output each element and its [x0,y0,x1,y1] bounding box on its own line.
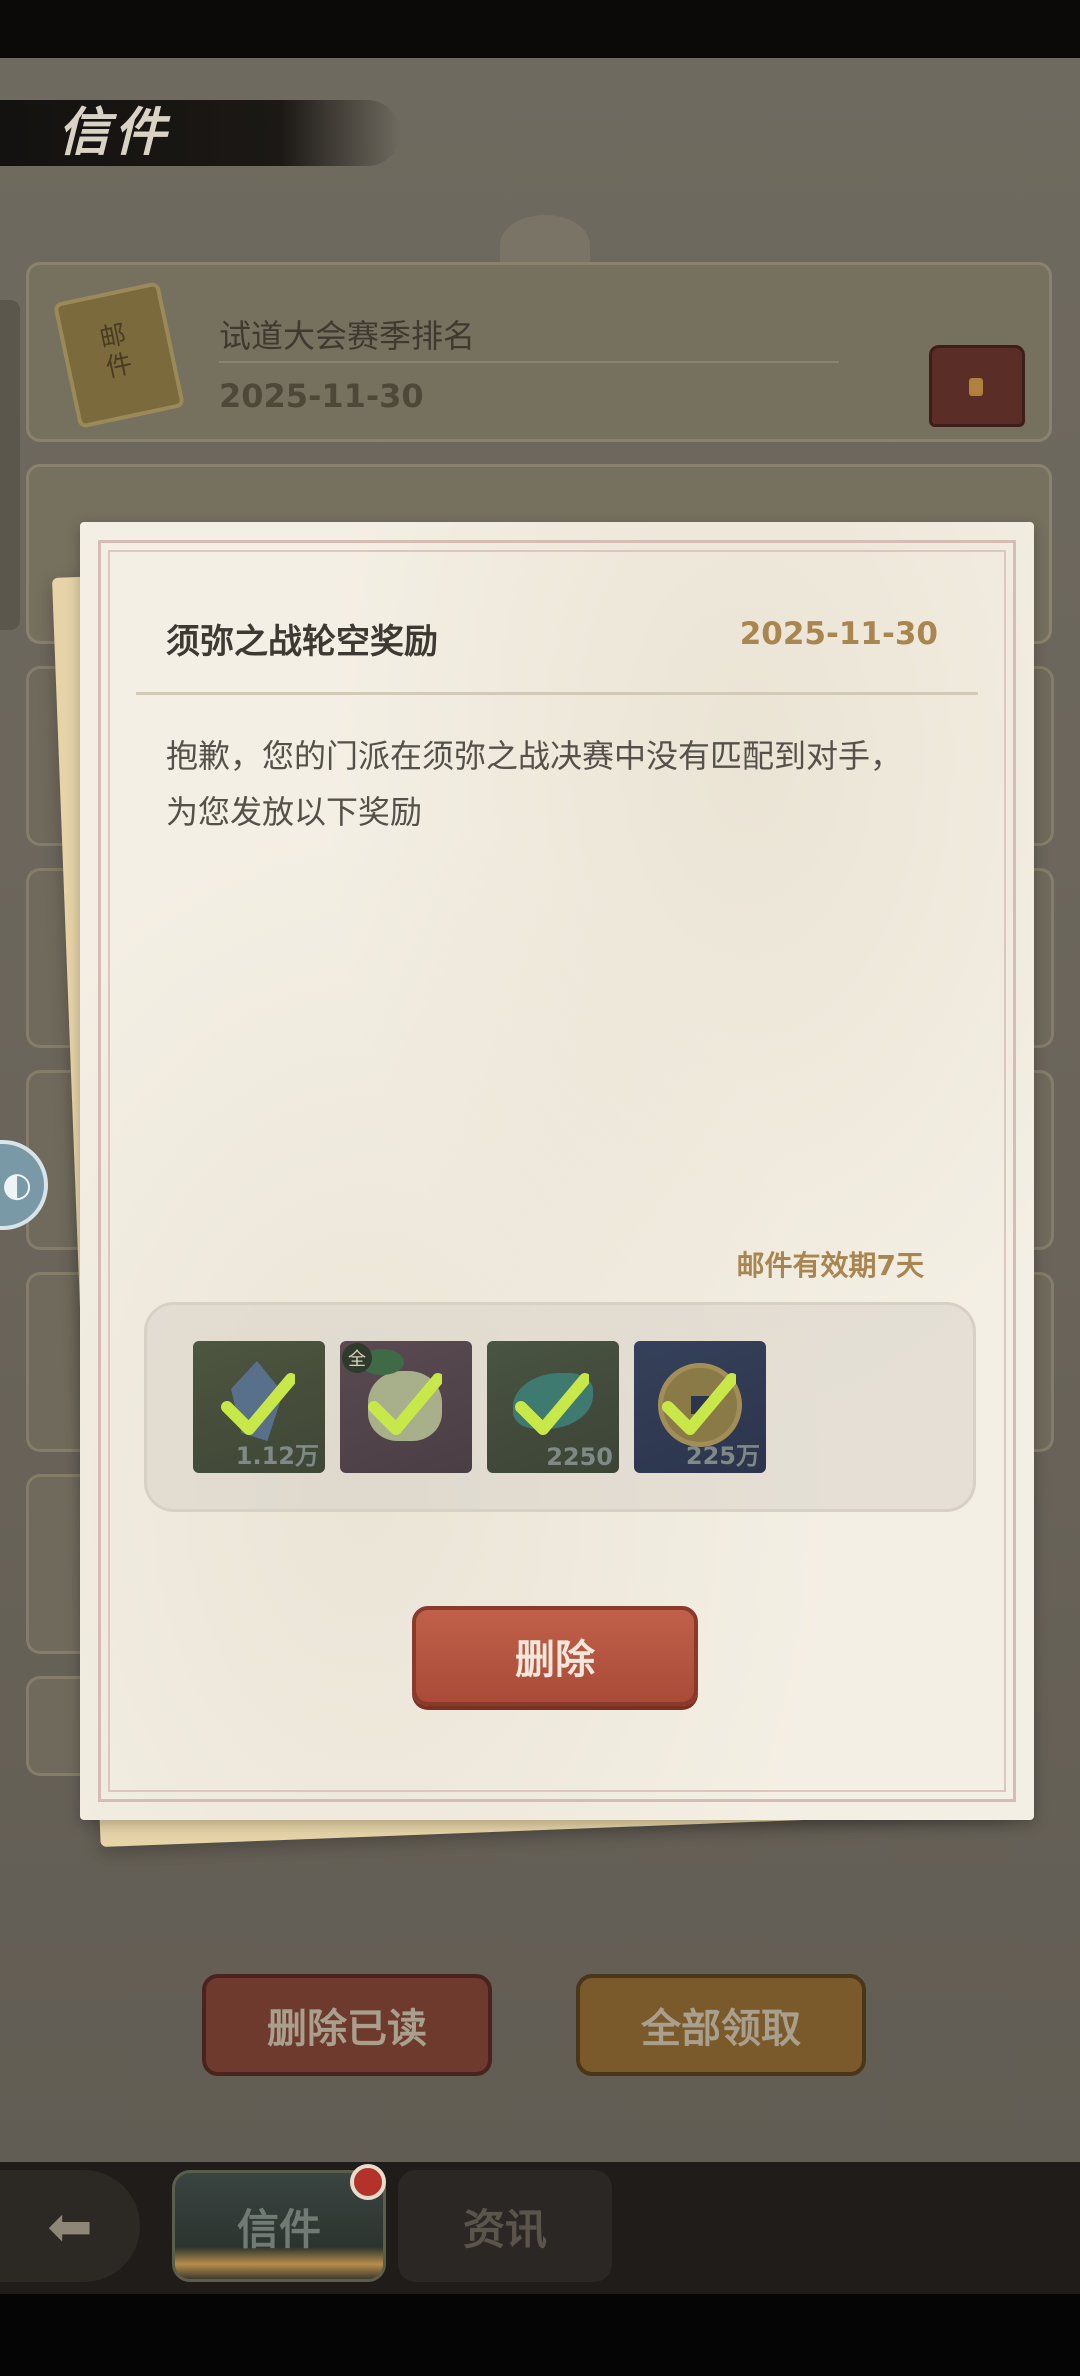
tab-news-label: 资讯 [462,2204,547,2254]
mail-detail-dialog: 须弥之战轮空奖励 2025-11-30 抱歉，您的门派在须弥之战决赛中没有匹配到… [80,522,1034,1820]
treasure-chest-icon [929,345,1025,427]
claimed-check-icon [368,1373,442,1435]
claimed-check-icon [515,1373,589,1435]
reward-list: 1.12万 全 2250 225万 [144,1302,976,1512]
back-button[interactable]: ⬅ [0,2170,140,2282]
claimed-check-icon [662,1373,736,1435]
gamepad-icon: ◐ [2,1165,32,1205]
screen: 信件 邮件 试道大会赛季排名 2025-11-30 ◐ 删除已读 全部领取 ⬅ … [0,0,1080,2376]
delete-button[interactable]: 删除 [412,1606,698,1706]
status-bar [0,0,1080,58]
delete-read-button[interactable]: 删除已读 [202,1974,492,2076]
dialog-message-line: 抱歉，您的门派在须弥之战决赛中没有匹配到对手， [166,737,903,775]
notification-badge [350,2164,386,2200]
page-title: 信件 [58,103,171,163]
mail-item-date: 2025-11-30 [219,377,424,415]
tab-news[interactable]: 资讯 [398,2170,612,2282]
side-tab-handle [0,300,20,630]
dialog-divider [136,692,978,695]
back-arrow-icon: ⬅ [47,2194,93,2258]
reward-quantity: 2250 [546,1443,613,1471]
dialog-title: 须弥之战轮空奖励 [166,622,438,662]
gesture-bar [0,2294,1080,2376]
dialog-message-line: 为您发放以下奖励 [166,793,423,831]
reward-item[interactable]: 1.12万 [193,1341,325,1473]
mail-item-title: 试道大会赛季排名 [219,317,476,355]
dialog-date: 2025-11-30 [739,616,938,652]
reward-item[interactable]: 2250 [487,1341,619,1473]
reward-quantity: 225万 [685,1442,760,1470]
dialog-message: 抱歉，您的门派在须弥之战决赛中没有匹配到对手， 为您发放以下奖励 [166,728,966,840]
claim-all-button[interactable]: 全部领取 [576,1974,866,2076]
claimed-check-icon [221,1373,295,1435]
mail-list-item[interactable]: 邮件 试道大会赛季排名 2025-11-30 [26,262,1052,442]
reward-item[interactable]: 225万 [634,1341,766,1473]
mail-validity-note: 邮件有效期7天 [736,1249,924,1282]
reward-quantity: 1.12万 [235,1442,319,1470]
reward-item[interactable]: 全 [340,1341,472,1473]
tab-mail-label: 信件 [236,2204,321,2254]
mail-item-divider [219,361,839,363]
